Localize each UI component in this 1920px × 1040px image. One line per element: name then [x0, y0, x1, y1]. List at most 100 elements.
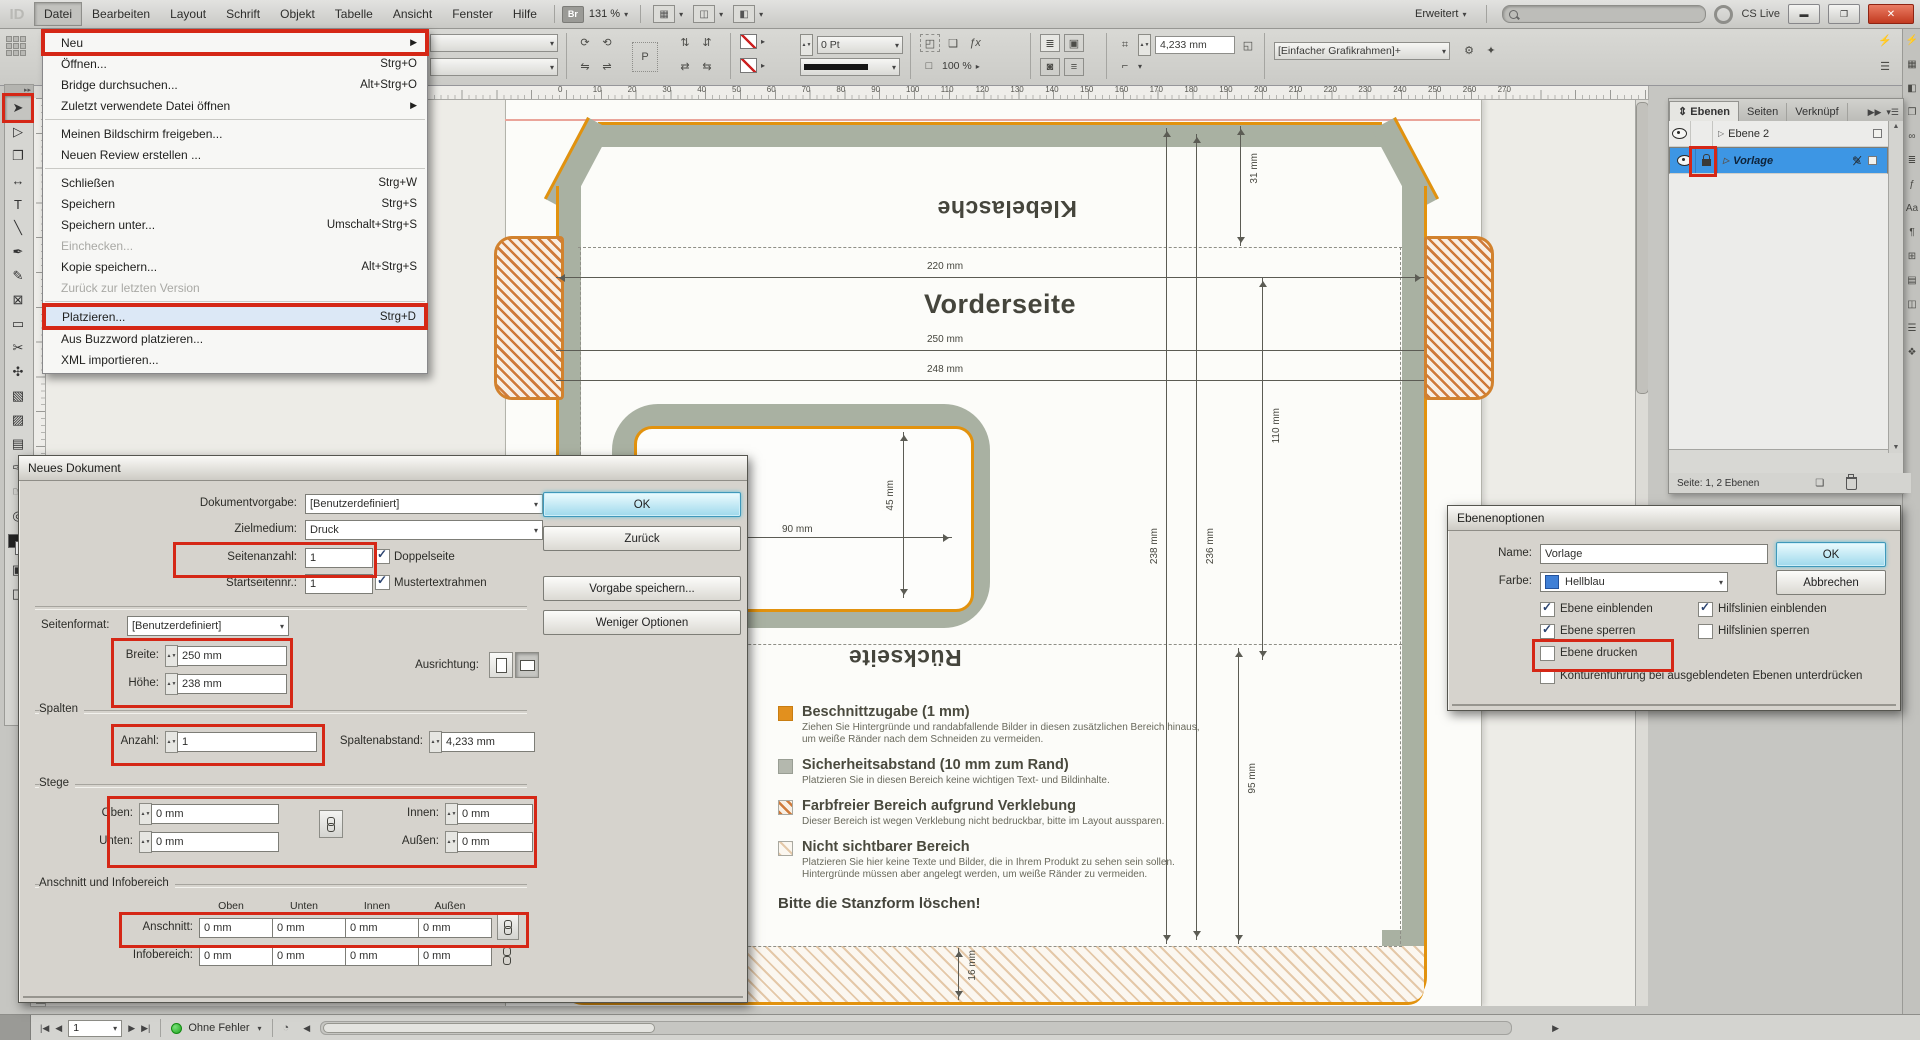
anschnitt-input[interactable]: 0 mm [199, 918, 273, 938]
kontur-checkbox[interactable] [1540, 669, 1555, 684]
text-wrap-buttons-top[interactable]: ≣▣ [1040, 34, 1084, 52]
gradient-tool[interactable]: ▧ [5, 384, 31, 408]
panel-collapse-icon[interactable]: ▶▶ [1868, 107, 1882, 118]
bridge-button[interactable]: Br [562, 6, 584, 23]
corner-shape-select[interactable]: ⌐▾ [1116, 58, 1142, 74]
menu-bearbeiten[interactable]: Bearbeiten [82, 2, 160, 26]
layer-row-vorlage[interactable]: ▷ Vorlage ✎̸ [1669, 147, 1888, 174]
horizontal-scrollbar[interactable] [320, 1021, 1512, 1035]
file-menu-item[interactable]: Zurück zur letzten Version [43, 277, 427, 298]
control-panel-menu-icon[interactable]: ☰ [1876, 58, 1894, 74]
distribute-buttons-bottom[interactable]: ⇄⇆ [676, 58, 716, 74]
close-button[interactable]: ✕ [1868, 4, 1914, 24]
mustertextrahmen-checkbox[interactable] [375, 575, 390, 590]
infobereich-input[interactable]: 0 mm [272, 946, 346, 966]
file-menu-item[interactable]: Einchecken... [43, 235, 427, 256]
zielmedium-select[interactable]: Druck▾ [305, 520, 543, 540]
startseitennr-input[interactable]: 1 [305, 574, 373, 594]
character-panel-icon[interactable]: Aa [1903, 196, 1920, 220]
file-menu-item[interactable]: Zuletzt verwendete Datei öffnen▶ [43, 95, 427, 116]
swatch-fill-select[interactable]: ▾ [430, 34, 558, 52]
view-options-dropdown[interactable]: ▦▾ [648, 3, 688, 25]
search-input[interactable] [1502, 5, 1706, 23]
preflight-panel-icon[interactable]: ⚡ [1903, 28, 1920, 52]
dokumentvorgabe-select[interactable]: [Benutzerdefiniert]▾ [305, 494, 543, 514]
vorgabe-speichern-button[interactable]: Vorgabe speichern... [543, 576, 741, 601]
page-tool[interactable]: ❐ [5, 144, 31, 168]
oben-input[interactable]: 0 mm [151, 804, 279, 824]
screen-mode-dropdown[interactable]: ◫▾ [688, 3, 728, 25]
layers-scrollbar[interactable]: ▲▼ [1888, 121, 1903, 453]
selection-tool[interactable]: ➤ [5, 96, 31, 120]
spaltenabstand-input[interactable]: 4,233 mm [441, 732, 535, 752]
seitenformat-select[interactable]: [Benutzerdefiniert]▾ [127, 616, 289, 636]
hoehe-input[interactable]: 238 mm [177, 674, 287, 694]
direct-selection-tool[interactable]: ▷ [5, 120, 31, 144]
seitenanzahl-input[interactable]: 1 [305, 548, 373, 568]
panel-tab-verknüpf[interactable]: Verknüpf [1787, 103, 1847, 121]
layer-lock-toggle[interactable] [1696, 148, 1718, 173]
gradient-feather-tool[interactable]: ▨ [5, 408, 31, 432]
frame-tool[interactable]: ⊠ [5, 288, 31, 312]
anschnitt-input[interactable]: 0 mm [345, 918, 419, 938]
links-panel-icon[interactable]: ∞ [1903, 124, 1920, 148]
anschnitt-input[interactable]: 0 mm [272, 918, 346, 938]
delete-layer-icon[interactable] [1846, 477, 1857, 490]
menu-tabelle[interactable]: Tabelle [325, 2, 383, 26]
file-menu-item[interactable]: XML importieren... [43, 349, 427, 370]
name-input[interactable]: Vorlage [1540, 544, 1768, 564]
panel-tab-ebenen[interactable]: ⇕ Ebenen [1669, 101, 1739, 121]
panel-menu-icon[interactable]: ▾☰ [1886, 107, 1899, 118]
note-tool[interactable]: ▤ [5, 432, 31, 456]
pencil-tool[interactable]: ✎ [5, 264, 31, 288]
align-panel-icon[interactable]: ☰ [1903, 316, 1920, 340]
styles-panel-icon[interactable]: ❖ [1903, 340, 1920, 364]
free-transform-tool[interactable]: ✣ [5, 360, 31, 384]
rectangle-tool[interactable]: ▭ [5, 312, 31, 336]
layers-panel-icon[interactable]: ◧ [1903, 76, 1920, 100]
expand-triangle-icon[interactable]: ▷ [1718, 129, 1724, 138]
ok-button[interactable]: OK [543, 492, 741, 517]
rotate-buttons[interactable]: ⟳⟲ [576, 34, 616, 50]
corner-radius-field[interactable]: ⌗▲▼ 4,233 mm ◱ [1116, 34, 1257, 56]
file-menu-item[interactable]: Neuen Review erstellen ... [43, 144, 427, 165]
first-page-button[interactable]: |◀ [40, 1023, 49, 1034]
zurueck-button[interactable]: Zurück [543, 526, 741, 551]
pages-panel-icon[interactable]: ❐ [1903, 100, 1920, 124]
horizontal-scrollbar-thumb[interactable] [323, 1023, 655, 1033]
dialog-title[interactable]: Neues Dokument [19, 456, 747, 481]
opacity-field[interactable]: □100 %▸ [920, 58, 980, 74]
document-vertical-scrollbar-thumb[interactable] [1636, 102, 1648, 394]
file-menu-item[interactable]: SpeichernStrg+S [43, 193, 427, 214]
stroke-color-none[interactable]: ▸ [740, 34, 765, 49]
breite-input[interactable]: 250 mm [177, 646, 287, 666]
fill-color-none[interactable]: ▸ [740, 58, 765, 73]
cs-live-icon[interactable] [1714, 5, 1733, 24]
file-menu-item[interactable]: Öffnen...Strg+O [43, 53, 427, 74]
proxy-p-icon[interactable]: P [632, 42, 658, 72]
restore-button[interactable]: ❐ [1828, 4, 1860, 24]
file-menu-item[interactable]: Speichern unter...Umschalt+Strg+S [43, 214, 427, 235]
unten-input[interactable]: 0 mm [151, 832, 279, 852]
line-tool[interactable]: ╲ [5, 216, 31, 240]
ebene-sperren-checkbox[interactable] [1540, 624, 1555, 639]
control-panel-lightning-icon[interactable]: ⚡ [1876, 32, 1894, 48]
scissors-tool[interactable]: ✂ [5, 336, 31, 360]
zoom-level-select[interactable]: 131 %▾ [584, 6, 633, 22]
stroke-style-select[interactable]: ▾ [800, 58, 900, 76]
farbe-select[interactable]: Hellblau▾ [1540, 572, 1728, 592]
menu-schrift[interactable]: Schrift [216, 2, 270, 26]
panel-tab-seiten[interactable]: Seiten [1739, 103, 1787, 121]
abbrechen-button[interactable]: Abbrechen [1776, 570, 1886, 595]
file-menu-item[interactable]: Meinen Bildschirm freigeben... [43, 123, 427, 144]
distribute-buttons-top[interactable]: ⇅⇵ [676, 34, 716, 50]
infobereich-input[interactable]: 0 mm [418, 946, 492, 966]
text-wrap-panel-icon[interactable]: ◫ [1903, 292, 1920, 316]
ok-button[interactable]: OK [1776, 542, 1886, 567]
innen-input[interactable]: 0 mm [457, 804, 533, 824]
layer-visibility-toggle[interactable] [1674, 148, 1696, 173]
arrange-documents-dropdown[interactable]: ◧▾ [728, 3, 768, 25]
last-page-button[interactable]: ▶| [141, 1023, 150, 1034]
effects-panel-icon[interactable]: ƒ [1903, 172, 1920, 196]
preflight-menu-caret[interactable]: ▾ [258, 1024, 262, 1033]
